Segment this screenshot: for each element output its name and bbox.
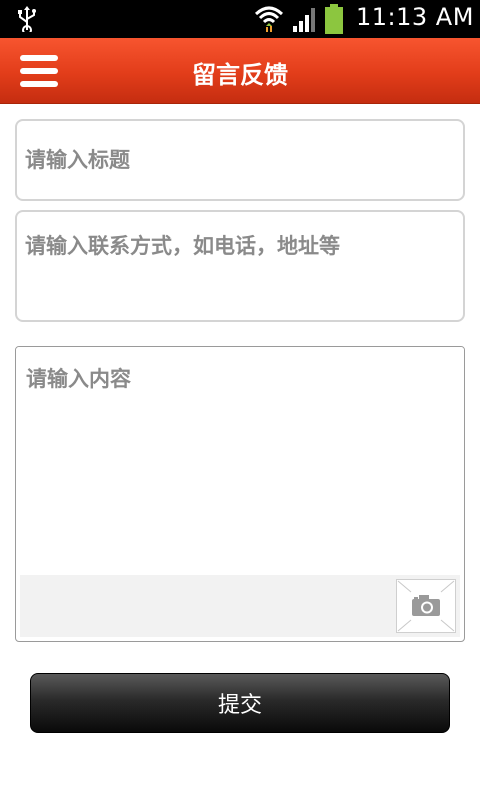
title-input[interactable]	[15, 119, 465, 201]
usb-icon	[18, 6, 36, 32]
camera-icon	[397, 580, 455, 632]
page-title: 留言反馈	[192, 61, 288, 89]
submit-button[interactable]: 提交	[30, 673, 450, 733]
attachment-bar	[20, 575, 460, 637]
wifi-icon	[254, 6, 284, 32]
contact-input[interactable]	[15, 210, 465, 322]
content-input[interactable]	[16, 347, 464, 573]
status-time: 11:13 AM	[356, 3, 474, 31]
content-box	[15, 346, 465, 642]
battery-icon	[325, 4, 343, 34]
app-header: 留言反馈	[0, 38, 480, 104]
status-bar: 11:13 AM	[0, 0, 480, 38]
signal-icon	[293, 8, 315, 32]
camera-button[interactable]	[396, 579, 456, 633]
